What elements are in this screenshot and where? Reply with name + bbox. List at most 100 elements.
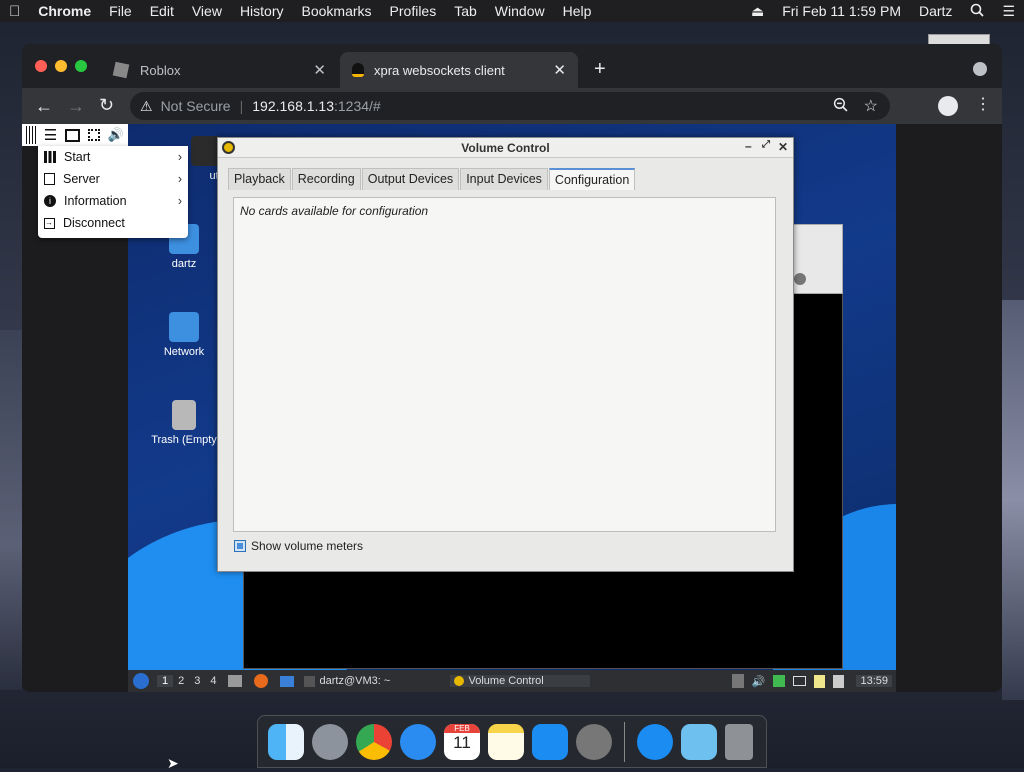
grid-icon: [44, 151, 56, 163]
tab-playback[interactable]: Playback: [228, 168, 291, 190]
tab-search-icon[interactable]: [973, 62, 987, 76]
close-icon[interactable]: ✕: [778, 140, 788, 154]
launchpad-icon[interactable]: [312, 723, 348, 760]
tab-xpra[interactable]: xpra websockets client ✕: [340, 52, 578, 88]
menubar-user[interactable]: Dartz: [910, 3, 961, 19]
desktop-icon-label: Network: [163, 346, 205, 358]
address-bar[interactable]: ⚠ Not Secure | 192.168.1.13 :1234/# ☆: [130, 92, 890, 120]
workspace-2[interactable]: 2: [173, 675, 189, 687]
reload-icon[interactable]: ↻: [99, 95, 114, 116]
menu-item-start[interactable]: Start ›: [38, 146, 188, 168]
whisker-menu-icon[interactable]: [133, 673, 149, 689]
warning-icon[interactable]: ⚠: [140, 98, 153, 115]
system-tray: 🔊 13:59: [728, 674, 896, 688]
trash-icon[interactable]: [725, 723, 753, 760]
notes-icon[interactable]: [488, 723, 524, 760]
menu-tab[interactable]: Tab: [445, 3, 486, 19]
security-label[interactable]: Not Secure: [161, 98, 231, 114]
file-manager-icon[interactable]: [227, 675, 242, 687]
task-volume-control[interactable]: Volume Control: [449, 675, 590, 687]
menu-file[interactable]: File: [100, 3, 141, 19]
speaker-icon[interactable]: 🔊: [752, 675, 766, 688]
workspace-4[interactable]: 4: [205, 675, 221, 687]
volume-titlebar[interactable]: Volume Control – ⤢ ✕: [218, 138, 793, 158]
network-icon[interactable]: [773, 675, 786, 687]
checkbox-icon[interactable]: [234, 540, 246, 552]
calendar-day: 11: [453, 732, 471, 752]
display-icon[interactable]: [793, 676, 807, 686]
minimize-icon[interactable]: –: [745, 139, 752, 153]
menu-window[interactable]: Window: [486, 3, 554, 19]
menu-profiles[interactable]: Profiles: [381, 3, 446, 19]
control-center-icon[interactable]: ☰: [993, 3, 1024, 20]
panel-clock[interactable]: 13:59: [856, 675, 892, 687]
firefox-icon[interactable]: [253, 674, 268, 688]
menu-item-label: Start: [64, 150, 91, 164]
url-host: 192.168.1.13: [252, 98, 334, 114]
notification-icon[interactable]: [833, 674, 845, 688]
empty-message: No cards available for configuration: [240, 204, 429, 218]
mail-icon[interactable]: [279, 675, 294, 687]
calendar-icon[interactable]: FEB 11: [444, 723, 480, 760]
maximize-window-button[interactable]: [75, 60, 87, 72]
desktop-icon-network[interactable]: Network: [144, 312, 224, 358]
drag-handle-icon[interactable]: [25, 126, 36, 144]
finder-icon[interactable]: [268, 723, 304, 760]
downloads-folder-icon[interactable]: [681, 723, 717, 760]
tab-output-devices[interactable]: Output Devices: [361, 168, 460, 190]
close-circle-icon[interactable]: [794, 273, 806, 285]
menu-history[interactable]: History: [231, 3, 293, 19]
menu-item-server[interactable]: Server ›: [38, 168, 188, 190]
desktop-icon-trash[interactable]: Trash (Empty: [144, 400, 224, 446]
apple-icon[interactable]: : [0, 3, 29, 20]
tab-configuration[interactable]: Configuration: [548, 168, 636, 190]
system-preferences-icon[interactable]: [576, 723, 612, 760]
tab-recording[interactable]: Recording: [291, 168, 361, 190]
workspace-1[interactable]: 1: [157, 675, 174, 687]
menubar-clock[interactable]: Fri Feb 11 1:59 PM: [773, 3, 910, 19]
menu-item-information[interactable]: i Information ›: [38, 190, 188, 212]
minimize-window-button[interactable]: [55, 60, 67, 72]
speaker-icon[interactable]: 🔊: [108, 127, 124, 143]
tab-close-icon[interactable]: ✕: [553, 61, 566, 79]
new-tab-button[interactable]: +: [594, 58, 606, 81]
safari-icon[interactable]: [400, 723, 436, 760]
clipboard-icon[interactable]: [731, 674, 744, 688]
screenshot-icon[interactable]: [65, 128, 81, 142]
app-store-icon[interactable]: [637, 723, 673, 760]
menu-item-disconnect[interactable]: → Disconnect: [38, 212, 188, 234]
menu-icon[interactable]: ☰: [44, 126, 57, 144]
menu-view[interactable]: View: [183, 3, 231, 19]
zoom-icon[interactable]: [833, 97, 848, 115]
bookmark-star-icon[interactable]: ☆: [864, 96, 878, 116]
eject-icon[interactable]: ⏏: [742, 3, 773, 20]
background-window[interactable]: [788, 224, 843, 294]
remote-desktop: uter dartz Network Trash (Empty: [128, 124, 896, 692]
chrome-icon[interactable]: [356, 723, 392, 760]
volume-tabs: Playback Recording Output Devices Input …: [228, 168, 636, 190]
back-icon[interactable]: ←: [35, 96, 53, 117]
fullscreen-icon[interactable]: [87, 129, 100, 141]
menu-help[interactable]: Help: [554, 3, 601, 19]
chrome-menu-icon[interactable]: ⋮: [975, 94, 991, 114]
close-window-button[interactable]: [35, 60, 47, 72]
menu-bookmarks[interactable]: Bookmarks: [293, 3, 381, 19]
workspace-3[interactable]: 3: [189, 675, 205, 687]
menu-item-label: Server: [63, 172, 100, 186]
profile-icon[interactable]: [938, 96, 958, 116]
tab-input-devices[interactable]: Input Devices: [460, 168, 548, 190]
notes-icon[interactable]: [814, 674, 826, 688]
app-store-icon[interactable]: [532, 723, 568, 760]
show-meters-checkbox[interactable]: Show volume meters: [234, 539, 363, 553]
forward-icon[interactable]: →: [67, 96, 85, 117]
chevron-right-icon: ›: [177, 194, 182, 208]
tab-roblox[interactable]: Roblox ✕: [102, 52, 338, 88]
task-terminal[interactable]: dartz@VM3: ~: [300, 675, 450, 687]
info-icon: i: [44, 195, 56, 207]
tab-close-icon[interactable]: ✕: [313, 61, 326, 79]
desktop-wallpaper-right: [1002, 300, 1024, 700]
menu-edit[interactable]: Edit: [141, 3, 183, 19]
spotlight-icon[interactable]: [961, 3, 993, 20]
maximize-icon[interactable]: ⤢: [762, 139, 770, 150]
app-menu[interactable]: Chrome: [29, 3, 100, 19]
